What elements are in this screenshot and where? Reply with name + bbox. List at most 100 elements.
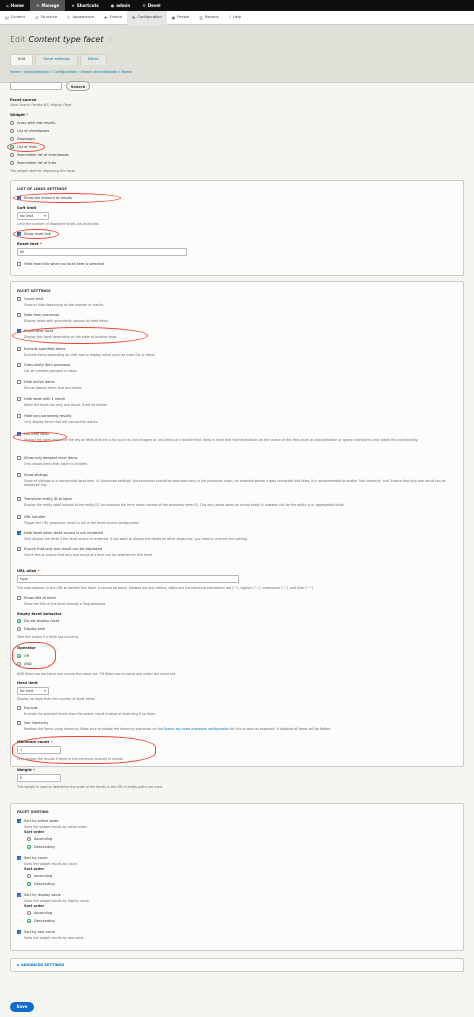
sort-asc-radio[interactable] xyxy=(27,874,31,878)
facet-setting-checkbox[interactable] xyxy=(17,473,21,477)
search-input[interactable] xyxy=(10,82,62,90)
menu-configuration[interactable]: ✱ Configuration xyxy=(127,10,167,25)
facet-setting-checkbox[interactable] xyxy=(17,397,21,401)
sort-desc: Sorts the widget results by display valu… xyxy=(24,899,90,903)
show-reset-label: Show reset link xyxy=(24,232,51,236)
facet-setting-desc: Exclude items depending on their raw or … xyxy=(24,353,156,357)
menu-people[interactable]: ● People xyxy=(167,11,194,25)
facet-setting-desc: Show all siblings of a hierarchical face… xyxy=(24,479,446,487)
sort-desc-radio[interactable] xyxy=(27,882,31,886)
tab-devel[interactable]: Devel xyxy=(79,54,107,65)
toolbar-home[interactable]: ⌂ Home xyxy=(0,0,30,11)
reports-icon: ▥ xyxy=(199,15,204,20)
sort-desc: Sorts the widget results by count. xyxy=(24,862,78,866)
facet-setting-label: Count limit xyxy=(24,297,44,301)
exclude-checkbox[interactable] xyxy=(17,706,21,710)
min-count-input[interactable]: 1 xyxy=(17,746,61,754)
sort-asc-radio[interactable] xyxy=(27,837,31,841)
operator-radio-or[interactable] xyxy=(17,654,21,658)
facet-setting-checkbox[interactable] xyxy=(17,456,21,460)
menu-structure[interactable]: ⊞ Structure xyxy=(30,11,62,25)
facet-setting-checkbox[interactable] xyxy=(17,313,21,317)
facet-setting-checkbox[interactable] xyxy=(17,414,21,418)
content-icon: ▤ xyxy=(5,15,9,20)
widget-radio-links[interactable] xyxy=(10,145,14,149)
facet-setting-label: Show siblings xyxy=(24,473,48,477)
sort-desc-radio[interactable] xyxy=(27,919,31,923)
facet-source-label: Facet source xyxy=(10,98,37,102)
hard-limit-select[interactable]: No limit ▾ xyxy=(17,687,49,695)
star-icon[interactable]: ☆ xyxy=(106,36,112,45)
sort-checkbox[interactable] xyxy=(17,893,22,898)
facet-setting-checkbox[interactable] xyxy=(17,297,21,301)
save-button[interactable]: Save xyxy=(10,1002,34,1012)
widget-radio-dropdown[interactable] xyxy=(10,137,14,141)
hide-reset-label: Hide reset link when no facet item is se… xyxy=(24,262,105,266)
empty-radio-hide[interactable] xyxy=(17,619,21,623)
tab-facet-settings[interactable]: Facet settings xyxy=(35,54,78,65)
sort-label: Sort by count xyxy=(24,856,48,860)
facet-setting-checkbox[interactable] xyxy=(17,329,22,334)
processor-config-link[interactable]: Search api index processor configuration xyxy=(164,727,229,731)
operator-radio-and[interactable] xyxy=(17,662,21,666)
facet-setting-checkbox[interactable] xyxy=(17,497,21,501)
toolbar-shortcuts[interactable]: ★ Shortcuts xyxy=(65,0,104,11)
soft-limit-select[interactable]: No limit ▾ xyxy=(17,212,49,220)
facet-setting-desc: Display the label instead of the key of … xyxy=(24,438,419,442)
use-hierarchy-checkbox[interactable] xyxy=(17,721,21,725)
widget-description: The widget used for displaying this face… xyxy=(10,169,76,173)
facet-setting-checkbox[interactable] xyxy=(17,347,21,351)
toolbar-manage[interactable]: ☰ Manage xyxy=(29,0,66,11)
facet-setting-checkbox[interactable] xyxy=(17,515,21,519)
widget-radio-checkboxes[interactable] xyxy=(10,129,14,133)
widget-option-label: List of checkboxes xyxy=(17,129,50,133)
show-title-checkbox[interactable] xyxy=(17,596,21,600)
widget-radio-raw[interactable] xyxy=(10,121,14,125)
panel-legend: FACET SETTINGS xyxy=(17,289,51,293)
menu-reports[interactable]: ▥ Reports xyxy=(194,11,224,25)
show-amount-checkbox[interactable] xyxy=(17,196,22,201)
breadcrumb[interactable]: Home » Administration » Configuration » … xyxy=(10,70,132,74)
use-hierarchy-desc: Renders the items using hierarchy. Make … xyxy=(24,727,332,731)
wrench-icon: ✱ xyxy=(132,15,136,20)
sort-checkbox[interactable] xyxy=(17,856,22,861)
menu-help[interactable]: ? Help xyxy=(224,11,246,25)
show-reset-checkbox[interactable] xyxy=(17,232,22,237)
facet-setting-label: URL handler xyxy=(24,515,46,519)
show-title-label: Show title of facet xyxy=(24,596,56,600)
menu-content[interactable]: ▤ Content xyxy=(0,11,30,25)
toolbar-devel[interactable]: ⚙ Devel xyxy=(136,0,166,11)
facet-setting-checkbox[interactable] xyxy=(17,547,21,551)
sort-checkbox[interactable] xyxy=(17,819,22,824)
widget-label: Widget * xyxy=(10,113,29,117)
facet-setting-desc: Do not display items that are active. xyxy=(24,386,83,390)
exclude-label: Exclude xyxy=(24,706,38,710)
toolbar-user[interactable]: ● admin xyxy=(105,0,136,11)
extend-icon: ✚ xyxy=(104,15,108,20)
facet-setting-checkbox[interactable] xyxy=(17,531,22,536)
facet-setting-label: Dependent facet xyxy=(24,329,54,333)
facet-setting-checkbox[interactable] xyxy=(17,432,22,437)
facet-setting-checkbox[interactable] xyxy=(17,363,21,367)
menu-appearance[interactable]: ✎ Appearance xyxy=(62,11,99,25)
sort-checkbox[interactable] xyxy=(17,930,22,935)
sort-order-label: Sort order xyxy=(24,830,45,834)
empty-radio-text[interactable] xyxy=(17,627,21,631)
url-alias-input[interactable]: type xyxy=(17,575,239,583)
facet-setting-desc: Show or hide depending on the number of … xyxy=(24,303,105,307)
reset-text-input[interactable]: All xyxy=(17,248,187,256)
menu-extend[interactable]: ✚ Extend xyxy=(99,11,127,25)
hide-reset-checkbox[interactable] xyxy=(17,262,21,266)
empty-behavior-label: Empty facet behavior xyxy=(17,612,62,616)
widget-radio-searchable-links[interactable] xyxy=(10,161,14,165)
widget-radio-searchable-checkboxes[interactable] xyxy=(10,153,14,157)
sort-desc-radio[interactable] xyxy=(27,845,31,849)
search-button[interactable]: Search xyxy=(66,81,90,91)
home-icon: ⌂ xyxy=(6,3,9,8)
tab-edit[interactable]: Edit xyxy=(10,54,34,65)
sort-asc-radio[interactable] xyxy=(27,911,31,915)
advanced-settings-toggle[interactable]: ► ADVANCED SETTINGS xyxy=(17,963,64,967)
min-count-label: Minimum count * xyxy=(17,740,53,744)
facet-setting-checkbox[interactable] xyxy=(17,380,21,384)
weight-input[interactable]: 0 xyxy=(17,774,61,782)
